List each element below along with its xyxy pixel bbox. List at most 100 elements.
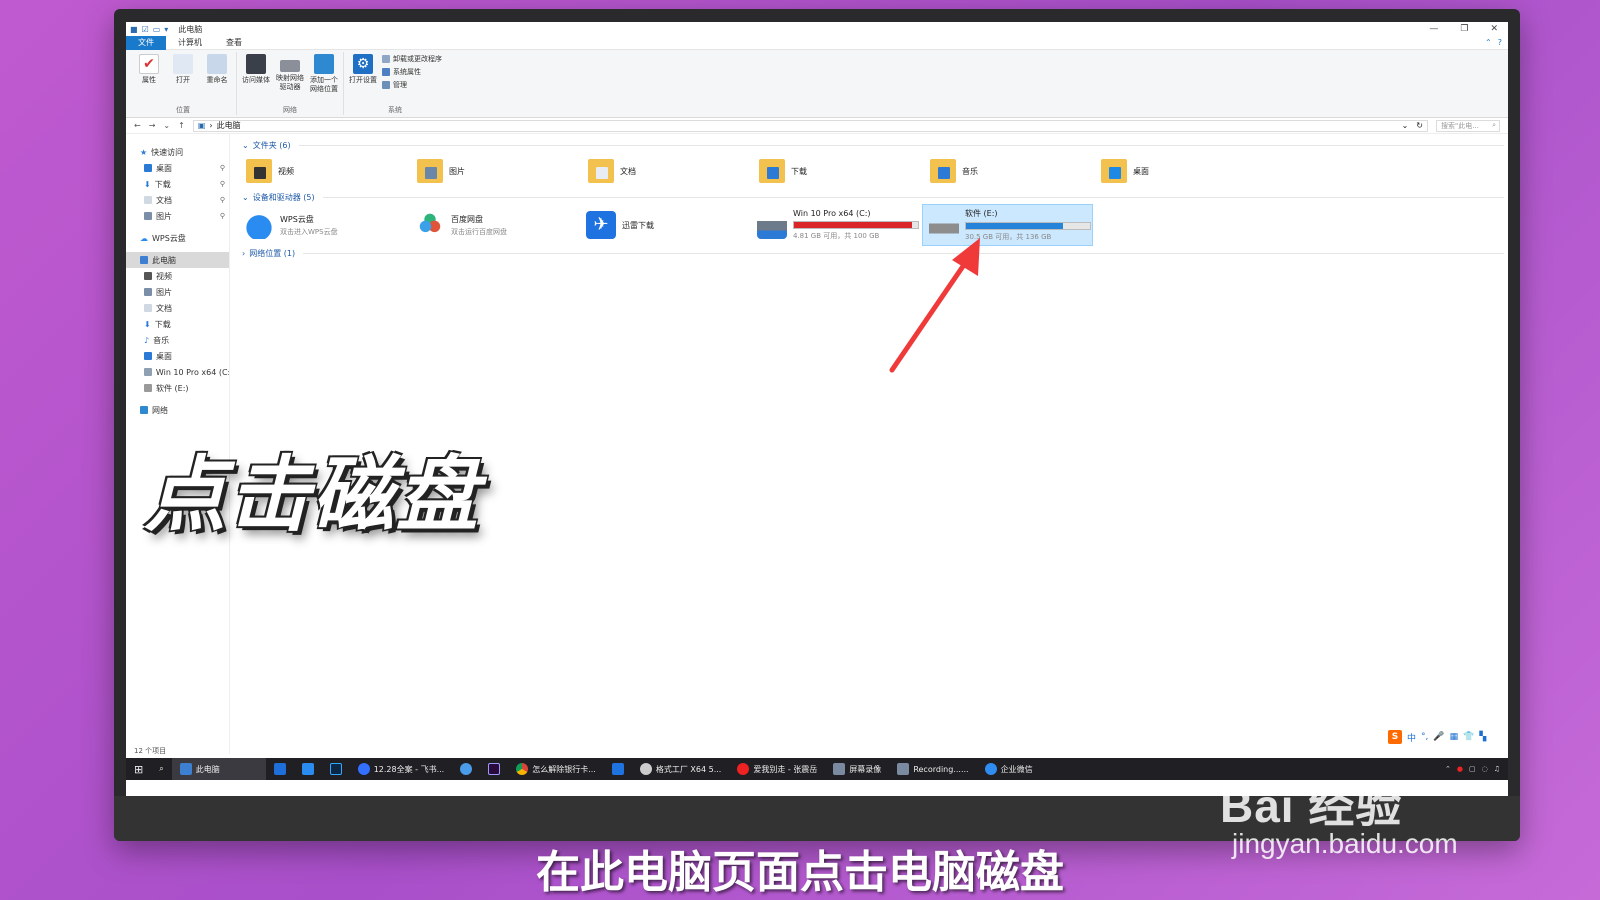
nav-item-videos[interactable]: 视频 xyxy=(126,268,229,284)
quick-access-toolbar[interactable]: ■ ☑ ▭ ▾ xyxy=(130,25,168,34)
system-properties-button[interactable]: 系统属性 xyxy=(382,67,442,77)
search-input[interactable]: 搜索"此电... ⌕ xyxy=(1436,119,1500,132)
taskbar-item-recording[interactable]: Recording...... xyxy=(889,758,976,780)
address-bar[interactable]: ▣ › 此电脑 ⌄ ↻ xyxy=(192,119,1428,132)
picture-folder-icon xyxy=(417,159,443,183)
access-media-button[interactable]: 访问媒体 xyxy=(241,52,271,105)
microphone-icon[interactable]: 🎤 xyxy=(1433,732,1444,742)
network-section-header[interactable]: › 网络位置 (1) xyxy=(242,246,1508,260)
skin-icon[interactable]: 👕 xyxy=(1463,732,1474,742)
add-network-location-button[interactable]: 添加一个网络位置 xyxy=(309,52,339,105)
chevron-down-icon: ⌄ xyxy=(242,192,249,202)
help-icon[interactable]: ? xyxy=(1498,38,1502,47)
nav-quick-access[interactable]: ★ 快速访问 xyxy=(126,144,229,160)
maximize-button[interactable]: ❐ xyxy=(1460,24,1468,34)
nav-item-downloads-pc[interactable]: ⬇ 下载 xyxy=(126,316,229,332)
nav-item-documents-pc[interactable]: 文档 xyxy=(126,300,229,316)
taskbar-item-wecom[interactable]: 企业微信 xyxy=(977,758,1041,780)
taskbar-xunlei[interactable] xyxy=(604,758,632,780)
ime-toolbar[interactable]: S 中 °, 🎤 ▦ 👕 ▚ xyxy=(1388,730,1486,744)
nav-item-pictures[interactable]: 图片 ⚲ xyxy=(126,208,229,224)
search-icon: ⌕ xyxy=(1492,121,1496,129)
taskbar-app-1[interactable] xyxy=(266,758,294,780)
nav-item-desktop-pc[interactable]: 桌面 xyxy=(126,348,229,364)
taskbar-item-feishu[interactable]: 12.28全案 - 飞书... xyxy=(350,758,453,780)
breadcrumb[interactable]: 此电脑 xyxy=(217,120,241,131)
nav-this-pc[interactable]: 此电脑 xyxy=(126,252,229,268)
uninstall-program-button[interactable]: 卸载或更改程序 xyxy=(382,54,442,64)
chevron-up-icon[interactable]: ⌃ xyxy=(1485,38,1492,47)
open-button[interactable]: 打开 xyxy=(168,52,198,105)
nav-item-documents[interactable]: 文档 ⚲ xyxy=(126,192,229,208)
punctuation-icon[interactable]: °, xyxy=(1421,732,1428,742)
wps-cloud-icon xyxy=(244,211,274,239)
device-xunlei[interactable]: ✈ 迅雷下载 xyxy=(580,204,751,246)
app-icon xyxy=(301,763,314,775)
toolbox-icon[interactable]: ▚ xyxy=(1479,732,1486,742)
properties-button[interactable]: ✔ 属性 xyxy=(134,52,164,105)
taskbar-premiere[interactable] xyxy=(480,758,508,780)
folders-section-header[interactable]: ⌄ 文件夹 (6) xyxy=(242,138,1508,152)
chevron-right-icon: › xyxy=(242,248,246,258)
taskbar-item-chrome[interactable]: 怎么解除银行卡... xyxy=(508,758,604,780)
open-settings-button[interactable]: ⚙ 打开设置 xyxy=(348,52,378,105)
forward-icon[interactable]: → xyxy=(149,121,156,130)
nav-item-downloads[interactable]: ⬇ 下载 ⚲ xyxy=(126,176,229,192)
chrome-icon xyxy=(516,763,529,775)
map-drive-button[interactable]: 映射网络驱动器 xyxy=(275,52,305,105)
tab-file[interactable]: 文件 xyxy=(126,35,166,50)
devices-section-header[interactable]: ⌄ 设备和驱动器 (5) xyxy=(242,190,1508,204)
recent-chevron-icon[interactable]: ⌄ xyxy=(163,121,170,130)
nav-item-music[interactable]: ♪ 音乐 xyxy=(126,332,229,348)
taskbar-search-button[interactable]: ⌕ xyxy=(151,758,171,780)
taskbar-item-music[interactable]: 爱我别走 - 张震岳 xyxy=(729,758,825,780)
tab-view[interactable]: 查看 xyxy=(214,36,254,50)
photoshop-icon xyxy=(329,763,342,775)
tab-computer[interactable]: 计算机 xyxy=(166,36,214,50)
folder-music[interactable]: 音乐 xyxy=(922,152,1093,190)
system-tray[interactable]: ⌃ ● ▢ ◌ ♫ xyxy=(1445,765,1508,773)
back-icon[interactable]: ← xyxy=(134,121,141,130)
folder-desktop[interactable]: 桌面 xyxy=(1093,152,1264,190)
nav-item-drive-c[interactable]: Win 10 Pro x64 (C: xyxy=(126,364,229,380)
start-button[interactable]: ⊞ xyxy=(126,758,151,780)
minimize-button[interactable]: — xyxy=(1429,24,1438,34)
device-wps-cloud[interactable]: WPS云盘 双击进入WPS云盘 xyxy=(238,204,409,246)
folder-downloads[interactable]: 下载 xyxy=(751,152,922,190)
taskbar-item-screen-record[interactable]: 屏幕录像 xyxy=(825,758,889,780)
nav-item-drive-e[interactable]: 软件 (E:) xyxy=(126,380,229,396)
taskbar-app-3[interactable] xyxy=(452,758,480,780)
close-button[interactable]: ✕ xyxy=(1490,24,1498,34)
nav-item-pictures-pc[interactable]: 图片 xyxy=(126,284,229,300)
refresh-icon[interactable]: ↻ xyxy=(1416,121,1423,130)
taskbar-photoshop[interactable] xyxy=(322,758,350,780)
devices-group: WPS云盘 双击进入WPS云盘 百度网盘 双击运行百度网盘 ✈ 迅雷下载 Win 1… xyxy=(238,204,1508,246)
download-icon: ⬇ xyxy=(144,319,151,329)
folder-pictures[interactable]: 图片 xyxy=(409,152,580,190)
up-icon[interactable]: ↑ xyxy=(178,121,185,130)
desktop-icon xyxy=(144,164,152,172)
manage-button[interactable]: 管理 xyxy=(382,80,442,90)
check-icon[interactable]: ☑ xyxy=(142,25,149,34)
nav-wps-cloud[interactable]: ☁ WPS云盘 xyxy=(126,230,229,246)
taskbar-app-2[interactable] xyxy=(294,758,322,780)
open-icon xyxy=(173,54,193,74)
new-folder-icon[interactable]: ▭ xyxy=(153,25,161,34)
picture-icon xyxy=(144,288,152,296)
music-folder-icon xyxy=(930,159,956,183)
folder-documents[interactable]: 文档 xyxy=(580,152,751,190)
rename-button[interactable]: 重命名 xyxy=(202,52,232,105)
address-dropdown-icon[interactable]: ⌄ xyxy=(1402,121,1409,130)
chevron-down-icon[interactable]: ▾ xyxy=(164,25,168,34)
drive-e-usage-fill xyxy=(966,223,1063,229)
nav-network[interactable]: 网络 xyxy=(126,402,229,418)
taskbar-item-this-pc[interactable]: 此电脑 xyxy=(171,758,266,780)
keyboard-icon[interactable]: ▦ xyxy=(1450,732,1459,742)
windows-drive-icon xyxy=(757,211,787,239)
device-baidu-netdisk[interactable]: 百度网盘 双击运行百度网盘 xyxy=(409,204,580,246)
taskbar-item-format-factory[interactable]: 格式工厂 X64 5... xyxy=(632,758,729,780)
drive-c-usage-fill xyxy=(794,222,912,228)
ime-language[interactable]: 中 xyxy=(1407,731,1416,744)
folder-videos[interactable]: 视频 xyxy=(238,152,409,190)
nav-item-desktop[interactable]: 桌面 ⚲ xyxy=(126,160,229,176)
